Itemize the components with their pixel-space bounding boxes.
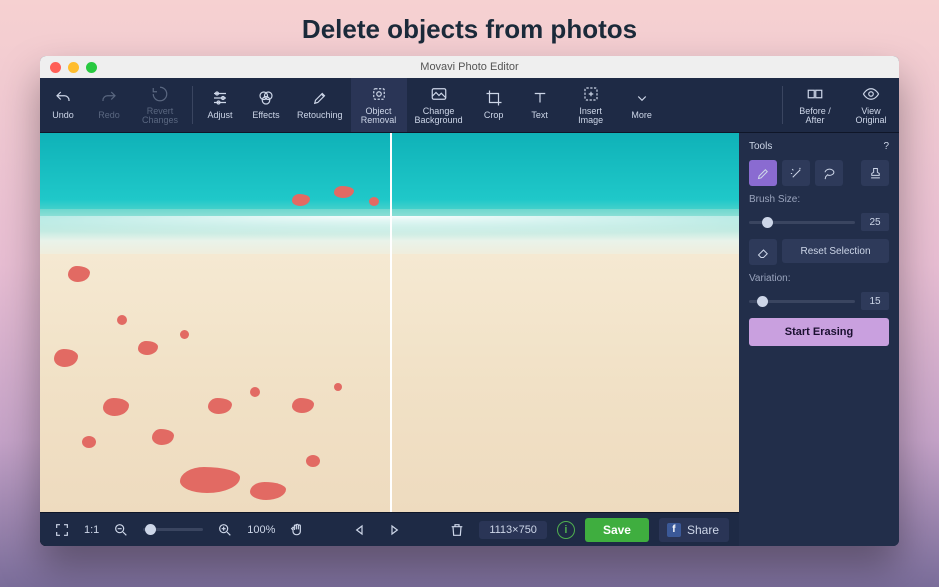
- next-button[interactable]: [382, 518, 406, 542]
- reset-selection-button[interactable]: Reset Selection: [782, 239, 889, 263]
- adjust-button[interactable]: Adjust: [197, 78, 243, 132]
- adjust-icon: [210, 89, 230, 107]
- redo-icon: [99, 89, 119, 107]
- revert-label: Revert Changes: [142, 107, 178, 126]
- workspace: 1:1 100% 1113×750 i Save f Share: [40, 133, 899, 546]
- retouching-label: Retouching: [297, 111, 343, 120]
- lasso-tool[interactable]: [815, 160, 843, 186]
- info-button[interactable]: i: [557, 521, 575, 539]
- zoom-in-button[interactable]: [213, 518, 237, 542]
- pan-hand-button[interactable]: [285, 518, 309, 542]
- crop-icon: [484, 89, 504, 107]
- variation-value: 15: [861, 292, 889, 310]
- redo-label: Redo: [98, 111, 120, 120]
- retouching-icon: [310, 89, 330, 107]
- text-label: Text: [531, 111, 548, 120]
- zoom-out-button[interactable]: [109, 518, 133, 542]
- facebook-icon: f: [667, 523, 681, 537]
- canvas-area: 1:1 100% 1113×750 i Save f Share: [40, 133, 739, 546]
- effects-label: Effects: [252, 111, 279, 120]
- toolbar-separator: [192, 86, 193, 124]
- object-removal-button[interactable]: Object Removal: [351, 78, 407, 132]
- view-original-button[interactable]: View Original: [843, 78, 899, 132]
- insert-image-button[interactable]: Insert Image: [563, 78, 619, 132]
- insert-image-label: Insert Image: [578, 107, 603, 126]
- main-toolbar: Undo Redo Revert Changes Adjust Effects: [40, 78, 899, 133]
- insert-image-icon: [581, 85, 601, 103]
- titlebar: Movavi Photo Editor: [40, 56, 899, 78]
- window-title: Movavi Photo Editor: [40, 61, 899, 73]
- adjust-label: Adjust: [207, 111, 232, 120]
- zoom-slider[interactable]: [143, 528, 203, 531]
- fit-one-to-one[interactable]: 1:1: [84, 524, 99, 536]
- undo-icon: [53, 89, 73, 107]
- object-removal-icon: [369, 85, 389, 103]
- crop-label: Crop: [484, 111, 504, 120]
- start-erasing-button[interactable]: Start Erasing: [749, 318, 889, 346]
- share-button[interactable]: f Share: [659, 518, 729, 542]
- magic-wand-tool[interactable]: [782, 160, 810, 186]
- variation-label: Variation:: [749, 273, 889, 284]
- fullscreen-button[interactable]: [50, 518, 74, 542]
- revert-icon: [150, 85, 170, 103]
- change-bg-icon: [429, 85, 449, 103]
- more-label: More: [631, 111, 652, 120]
- page-headline: Delete objects from photos: [0, 0, 939, 45]
- eye-icon: [861, 85, 881, 103]
- prev-button[interactable]: [348, 518, 372, 542]
- before-after-divider[interactable]: [390, 133, 392, 512]
- change-background-button[interactable]: Change Background: [407, 78, 471, 132]
- view-original-label: View Original: [855, 107, 886, 126]
- tools-panel: Tools ? Brush Size: 25 Reset Selection V…: [739, 133, 899, 546]
- brush-size-value: 25: [861, 213, 889, 231]
- brush-size-label: Brush Size:: [749, 194, 889, 205]
- variation-slider[interactable]: [749, 300, 855, 303]
- eraser-tool[interactable]: [749, 239, 777, 265]
- effects-button[interactable]: Effects: [243, 78, 289, 132]
- revert-changes-button[interactable]: Revert Changes: [132, 78, 188, 132]
- stamp-tool[interactable]: [861, 160, 889, 186]
- tools-panel-title: Tools: [749, 141, 772, 152]
- app-window: Movavi Photo Editor Undo Redo Revert Cha…: [40, 56, 899, 546]
- undo-button[interactable]: Undo: [40, 78, 86, 132]
- text-icon: [530, 89, 550, 107]
- chevron-down-icon: [632, 89, 652, 107]
- tool-row: [749, 160, 889, 186]
- delete-button[interactable]: [445, 518, 469, 542]
- redo-button[interactable]: Redo: [86, 78, 132, 132]
- effects-icon: [256, 89, 276, 107]
- before-after-label: Before / After: [799, 107, 831, 126]
- zoom-percentage: 100%: [247, 524, 275, 536]
- undo-label: Undo: [52, 111, 74, 120]
- object-removal-label: Object Removal: [361, 107, 397, 126]
- image-canvas[interactable]: [40, 133, 739, 512]
- before-after-button[interactable]: Before / After: [787, 78, 843, 132]
- brush-size-slider[interactable]: [749, 221, 855, 224]
- save-button[interactable]: Save: [585, 518, 649, 542]
- help-button[interactable]: ?: [883, 141, 889, 152]
- retouching-button[interactable]: Retouching: [289, 78, 351, 132]
- crop-button[interactable]: Crop: [471, 78, 517, 132]
- change-bg-label: Change Background: [415, 107, 463, 126]
- more-button[interactable]: More: [619, 78, 665, 132]
- toolbar-separator: [782, 86, 783, 124]
- share-label: Share: [687, 523, 719, 537]
- text-button[interactable]: Text: [517, 78, 563, 132]
- status-bar: 1:1 100% 1113×750 i Save f Share: [40, 512, 739, 546]
- brush-tool[interactable]: [749, 160, 777, 186]
- image-dimensions: 1113×750: [479, 521, 547, 539]
- before-after-icon: [805, 85, 825, 103]
